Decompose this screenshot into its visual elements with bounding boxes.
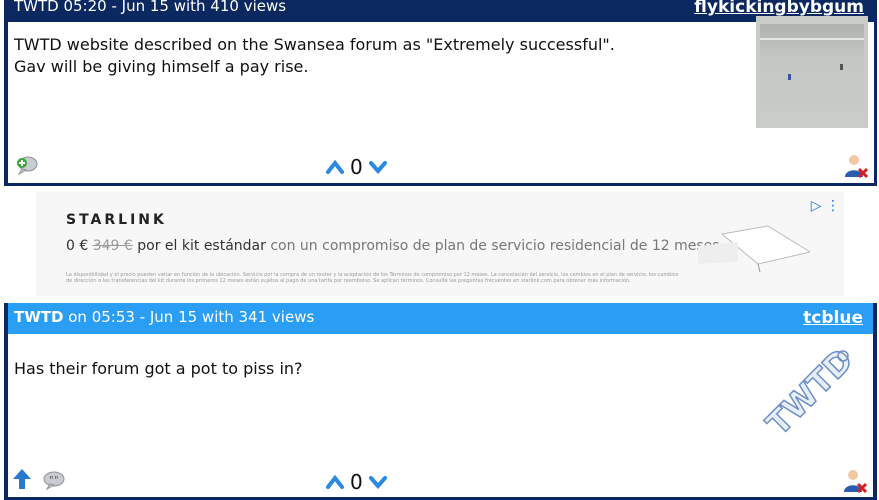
post-meta: TWTD on 05:53 - Jun 15 with 341 views <box>14 308 314 326</box>
forum-post: TWTD on 05:53 - Jun 15 with 341 views tc… <box>4 303 877 500</box>
vote-control: 0 <box>326 155 387 179</box>
vote-count: 0 <box>350 470 363 494</box>
ad-offer-rest: con un compromiso de plan de servicio re… <box>270 238 720 254</box>
quote-reply-icon[interactable]: " " <box>42 470 66 490</box>
starlink-dish-image <box>698 225 810 272</box>
post-text: TWTD website described on the Swansea fo… <box>14 34 615 78</box>
post-team: TWTD <box>14 308 64 326</box>
post-header: TWTD 05:20 - Jun 15 with 410 views flyki… <box>8 0 874 22</box>
svg-text:": " <box>49 475 54 486</box>
post-text: Has their forum got a pot to piss in? <box>14 359 303 378</box>
post-text-line: TWTD website described on the Swansea fo… <box>14 35 615 54</box>
block-user-icon[interactable] <box>843 468 867 494</box>
ad-fine-print: La disponibilidad y el precio pueden var… <box>66 272 679 284</box>
vote-control: 0 <box>326 470 387 494</box>
forum-post: TWTD 05:20 - Jun 15 with 410 views flyki… <box>4 0 877 186</box>
ad-offer-main: por el kit estándar <box>137 238 266 254</box>
twtd-logo-watermark: TWTD <box>758 340 861 443</box>
downvote-arrow-icon[interactable] <box>368 475 387 489</box>
scroll-to-top-icon[interactable] <box>12 468 32 490</box>
video-thumbnail[interactable] <box>756 16 868 128</box>
vote-count: 0 <box>350 155 363 179</box>
post-body: Has their forum got a pot to piss in? TW… <box>8 334 873 498</box>
upvote-arrow-icon[interactable] <box>326 160 344 174</box>
advertisement-banner[interactable]: STARLINK 0 € 349 € por el kit estándar c… <box>36 192 844 296</box>
ad-price: 0 € <box>66 238 89 254</box>
post-header: TWTD on 05:53 - Jun 15 with 341 views tc… <box>8 303 873 334</box>
ad-old-price: 349 € <box>92 238 133 254</box>
upvote-arrow-icon[interactable] <box>326 475 344 489</box>
pitch-image <box>760 24 864 112</box>
add-reply-icon[interactable] <box>14 155 38 175</box>
svg-text:TWTD: TWTD <box>759 341 860 442</box>
ad-offer: 0 € 349 € por el kit estándar con un com… <box>66 238 720 254</box>
post-body: TWTD website described on the Swansea fo… <box>8 16 874 183</box>
author-link[interactable]: flykickingbybgum <box>694 0 864 17</box>
post-meta: TWTD 05:20 - Jun 15 with 410 views <box>14 0 287 15</box>
ad-brand: STARLINK <box>66 212 167 228</box>
author-link[interactable]: tcblue <box>803 308 863 328</box>
block-user-icon[interactable] <box>844 153 868 179</box>
post-text-line: Gav will be giving himself a pay rise. <box>14 57 309 76</box>
svg-text:": " <box>54 475 59 486</box>
post-date: on 05:53 - Jun 15 with 341 views <box>63 308 315 326</box>
adchoices-icon[interactable]: ▷ ⋮ <box>811 198 840 214</box>
downvote-arrow-icon[interactable] <box>368 160 387 174</box>
